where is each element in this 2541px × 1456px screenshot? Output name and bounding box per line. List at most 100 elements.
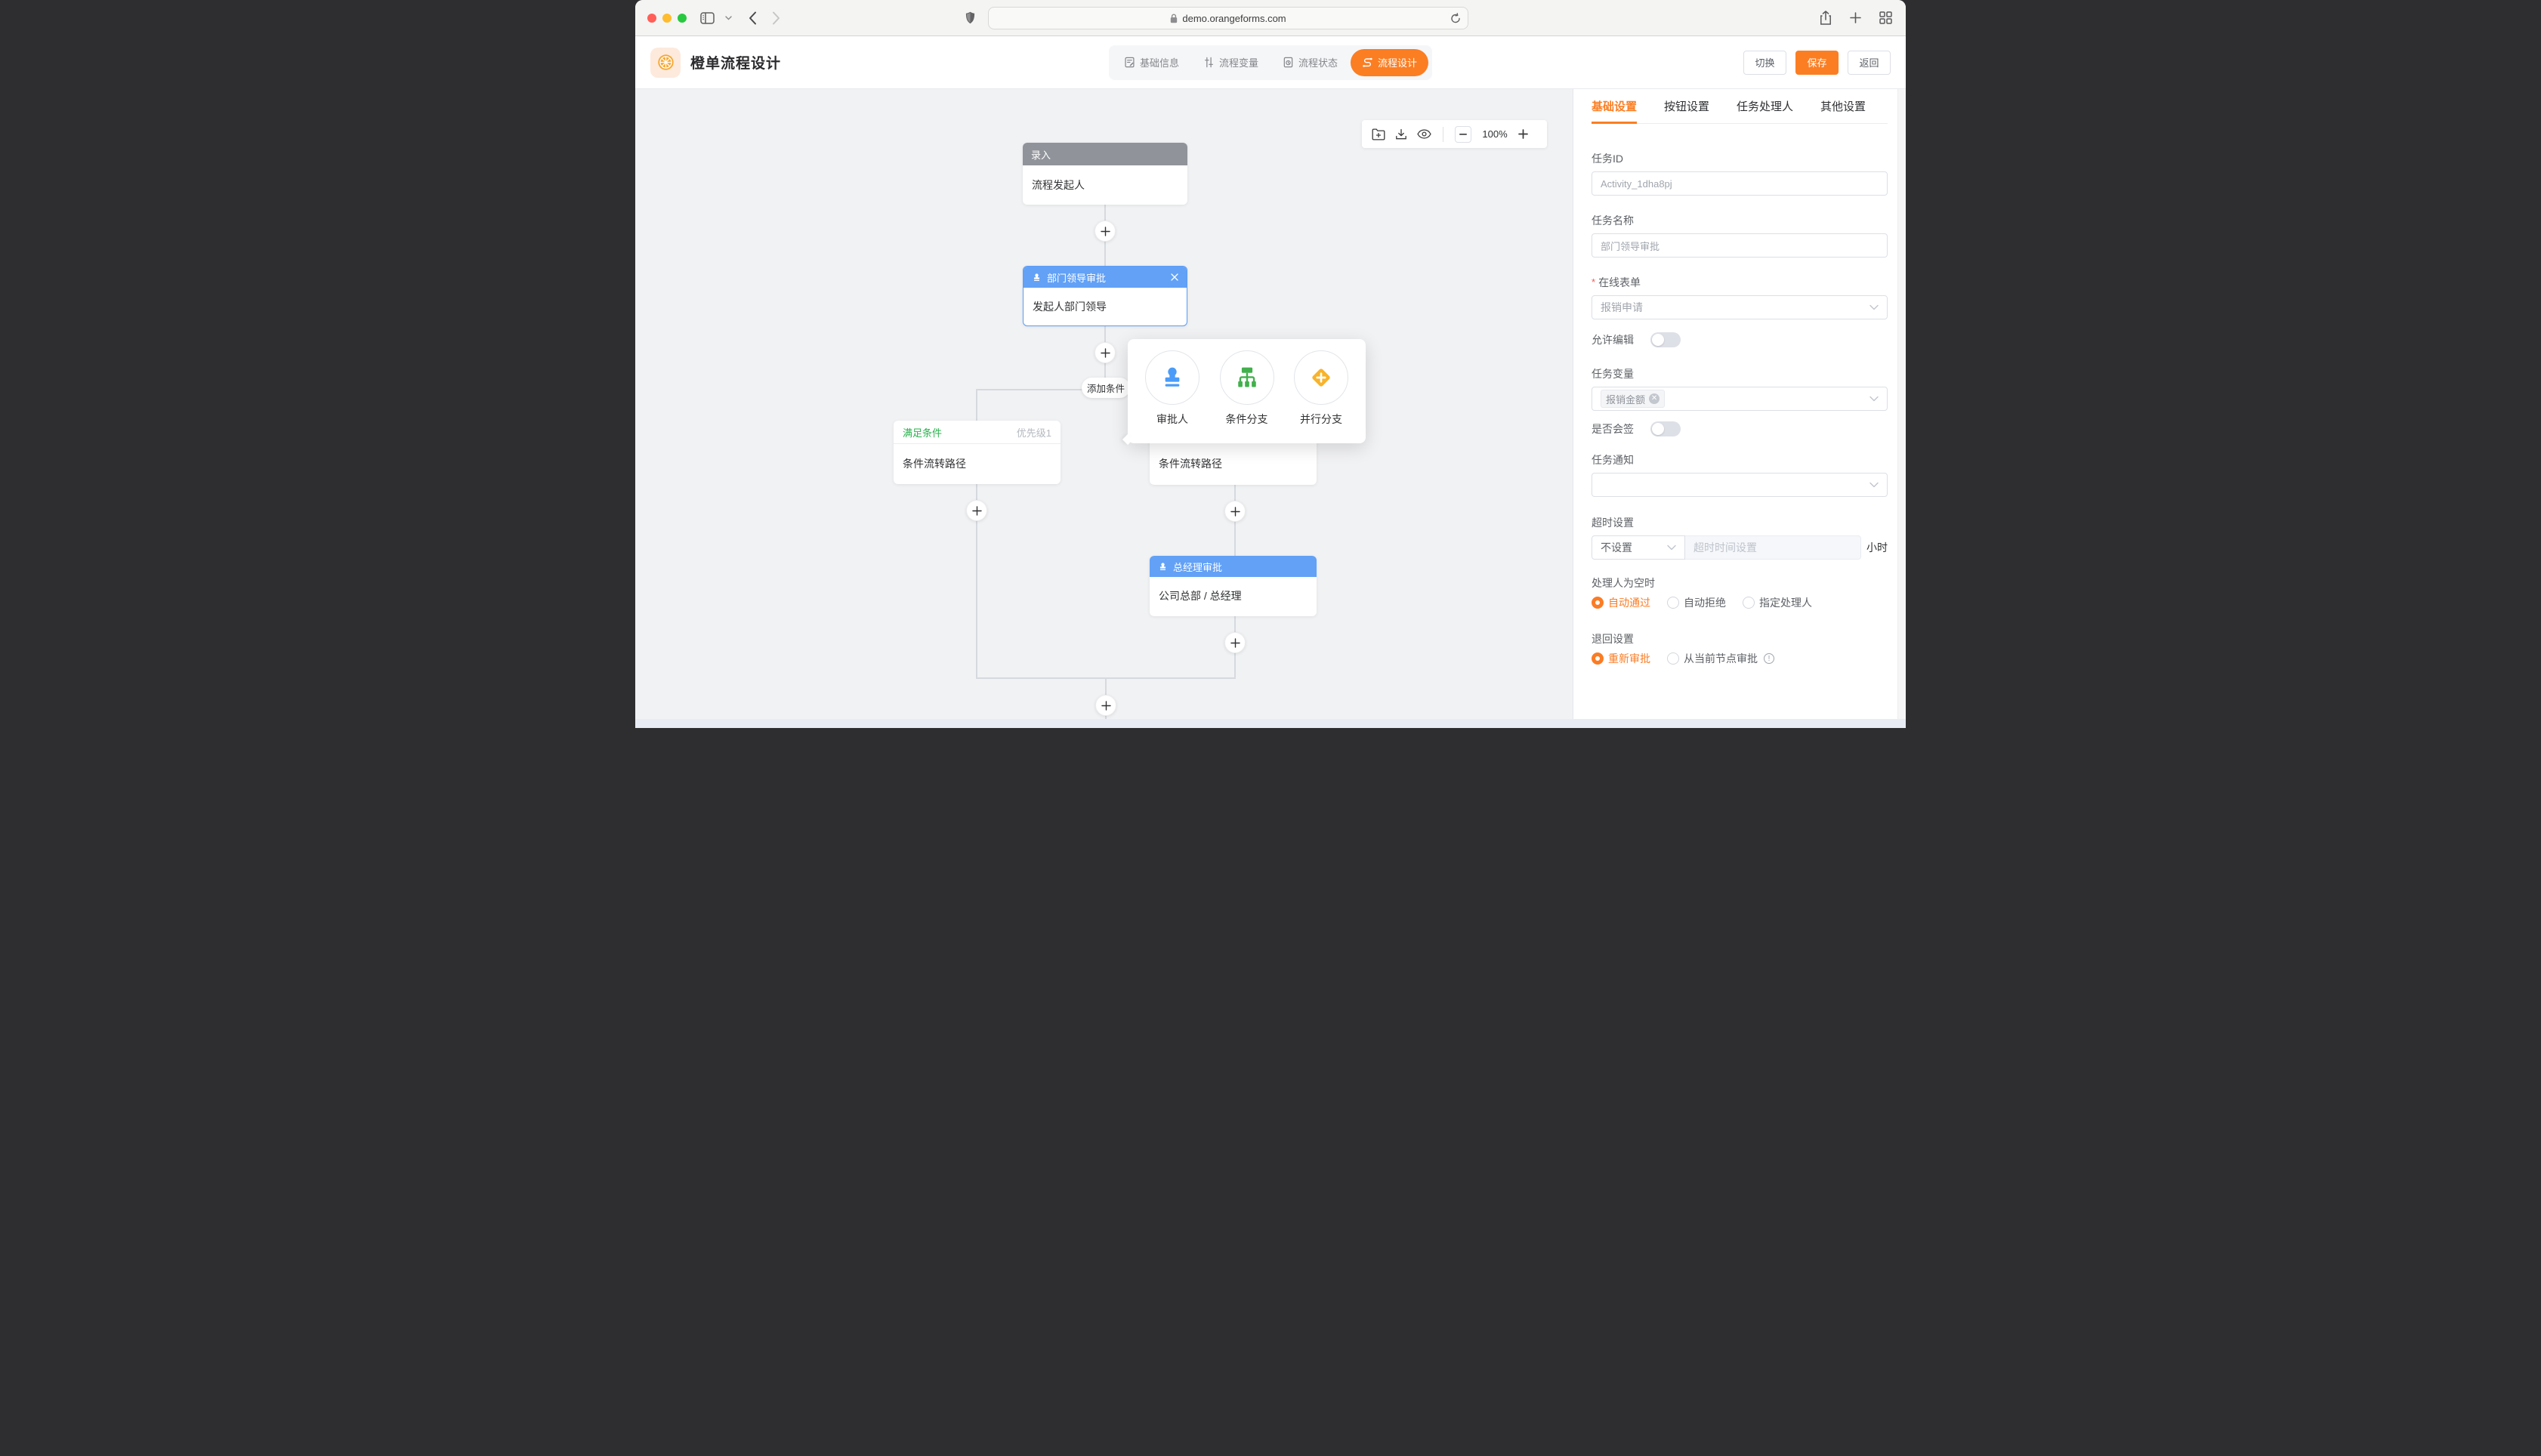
canvas-toolbar: 100%: [1362, 120, 1547, 148]
add-node-button[interactable]: [1224, 501, 1246, 522]
lock-icon: [1170, 14, 1178, 23]
settings-panel: 基础设置 按钮设置 任务处理人 其他设置 任务ID 任务名称 * 在线表单 报销…: [1573, 89, 1906, 719]
import-icon[interactable]: [1372, 128, 1385, 140]
download-icon[interactable]: [1395, 128, 1407, 140]
radio-auto-pass[interactable]: 自动通过: [1592, 595, 1650, 610]
node-condition-left[interactable]: 满足条件 优先级1 条件流转路径: [894, 421, 1061, 484]
tab-overview-icon[interactable]: [1879, 11, 1892, 24]
zoom-out-button[interactable]: [1455, 126, 1471, 143]
popup-item-condition-branch[interactable]: 条件分支: [1218, 350, 1276, 443]
node-gm-approval[interactable]: 总经理审批 公司总部 / 总经理: [1150, 556, 1317, 616]
traffic-lights: [647, 14, 687, 23]
node-body-text: 发起人部门领导: [1033, 299, 1107, 314]
online-form-label: * 在线表单: [1592, 275, 1888, 290]
edge: [976, 389, 977, 421]
tab-process-variables[interactable]: 流程变量: [1192, 49, 1270, 76]
add-node-button[interactable]: [1095, 221, 1116, 242]
panel-tab-buttons[interactable]: 按钮设置: [1664, 89, 1709, 123]
back-icon[interactable]: [749, 11, 757, 25]
radio-re-approve[interactable]: 重新审批: [1592, 651, 1650, 666]
panel-tab-basic[interactable]: 基础设置: [1592, 89, 1637, 123]
chevron-down-icon: [1869, 480, 1879, 490]
add-node-button[interactable]: [966, 500, 987, 521]
radio-from-current-node[interactable]: 从当前节点审批: [1667, 651, 1774, 666]
bottom-strip: [635, 719, 1906, 728]
app-logo: [650, 48, 681, 78]
timeout-value-input[interactable]: 超时时间设置: [1685, 535, 1861, 560]
allow-edit-row: 允许编辑: [1592, 332, 1888, 347]
timeout-unit-label: 小时: [1866, 540, 1888, 555]
node-header-label: 部门领导审批: [1047, 270, 1106, 285]
add-condition-tooltip[interactable]: 添加条件: [1082, 378, 1130, 398]
popup-item-approver[interactable]: 审批人: [1144, 350, 1201, 443]
panel-tab-other[interactable]: 其他设置: [1820, 89, 1866, 123]
sliders-icon: [1203, 57, 1215, 68]
reject-setting-radios: 重新审批 从当前节点审批: [1592, 651, 1888, 666]
save-button[interactable]: 保存: [1795, 51, 1839, 75]
tab-process-design[interactable]: 流程设计: [1351, 49, 1428, 76]
condition-state-label: 满足条件: [903, 425, 942, 440]
online-form-select[interactable]: 报销申请: [1592, 295, 1888, 319]
forward-icon[interactable]: [772, 11, 780, 25]
parallel-branch-icon: [1308, 365, 1334, 390]
switch-button[interactable]: 切换: [1743, 51, 1786, 75]
back-button[interactable]: 返回: [1848, 51, 1891, 75]
add-node-button[interactable]: [1095, 695, 1116, 716]
zoom-window-button[interactable]: [678, 14, 687, 23]
minimize-window-button[interactable]: [662, 14, 672, 23]
sidebar-chevron-icon[interactable]: [725, 16, 732, 20]
reload-icon[interactable]: [1450, 13, 1461, 24]
radio-assign-handler[interactable]: 指定处理人: [1743, 595, 1812, 610]
approver-stamp-icon: [1159, 365, 1185, 390]
sidebar-icon[interactable]: [700, 12, 715, 24]
allow-edit-toggle[interactable]: [1650, 332, 1681, 347]
task-notify-select[interactable]: [1592, 473, 1888, 497]
node-body-text: 流程发起人: [1032, 177, 1085, 193]
close-icon[interactable]: [1171, 273, 1178, 282]
timeout-mode-select[interactable]: 不设置: [1592, 535, 1685, 560]
document-clock-icon: [1283, 57, 1294, 68]
node-dept-approval[interactable]: 部门领导审批 发起人部门领导: [1023, 266, 1187, 326]
timeout-row: 不设置 超时时间设置 小时: [1592, 535, 1888, 560]
url-text: demo.orangeforms.com: [1182, 13, 1286, 24]
add-node-button[interactable]: [1095, 342, 1116, 363]
stamp-icon: [1032, 273, 1042, 282]
radio-auto-reject[interactable]: 自动拒绝: [1667, 595, 1726, 610]
empty-handler-radios: 自动通过 自动拒绝 指定处理人: [1592, 595, 1888, 610]
task-notify-label: 任务通知: [1592, 452, 1888, 467]
countersign-toggle[interactable]: [1650, 421, 1681, 436]
chevron-down-icon: [1869, 394, 1879, 404]
page-title: 橙单流程设计: [690, 52, 781, 72]
timeout-label: 超时设置: [1592, 515, 1888, 530]
task-variable-select[interactable]: 报销金额 ✕: [1592, 387, 1888, 411]
flow-canvas[interactable]: 100%: [635, 89, 1573, 719]
popup-item-parallel-branch[interactable]: 并行分支: [1292, 350, 1350, 443]
address-bar[interactable]: demo.orangeforms.com: [988, 7, 1468, 29]
popup-arrow: [1122, 434, 1133, 445]
task-name-input[interactable]: [1592, 233, 1888, 258]
zoom-level: 100%: [1481, 128, 1508, 140]
node-body-text: 条件流转路径: [903, 456, 966, 471]
zoom-in-button[interactable]: [1518, 129, 1528, 139]
node-start[interactable]: 录入 流程发起人: [1023, 143, 1187, 205]
panel-tab-assignee[interactable]: 任务处理人: [1737, 89, 1793, 123]
stamp-icon: [1158, 562, 1168, 572]
empty-handler-label: 处理人为空时: [1592, 575, 1888, 591]
privacy-shield-icon[interactable]: [965, 11, 975, 24]
close-window-button[interactable]: [647, 14, 656, 23]
countersign-label: 是否会签: [1592, 421, 1634, 436]
task-id-label: 任务ID: [1592, 151, 1888, 166]
add-node-button[interactable]: [1224, 632, 1246, 653]
node-body-text: 公司总部 / 总经理: [1159, 588, 1242, 603]
share-icon[interactable]: [1820, 11, 1832, 25]
orange-logo-icon: [656, 53, 675, 72]
variable-tag: 报销金额 ✕: [1601, 390, 1665, 408]
task-id-input[interactable]: [1592, 171, 1888, 196]
tag-close-icon[interactable]: ✕: [1649, 393, 1660, 404]
new-tab-icon[interactable]: [1850, 12, 1861, 23]
tab-process-status[interactable]: 流程状态: [1271, 49, 1349, 76]
browser-window: demo.orangeforms.com: [635, 0, 1906, 728]
condition-priority-label: 优先级1: [1017, 425, 1051, 440]
preview-eye-icon[interactable]: [1417, 129, 1431, 139]
tab-basic-info[interactable]: 基础信息: [1113, 49, 1190, 76]
